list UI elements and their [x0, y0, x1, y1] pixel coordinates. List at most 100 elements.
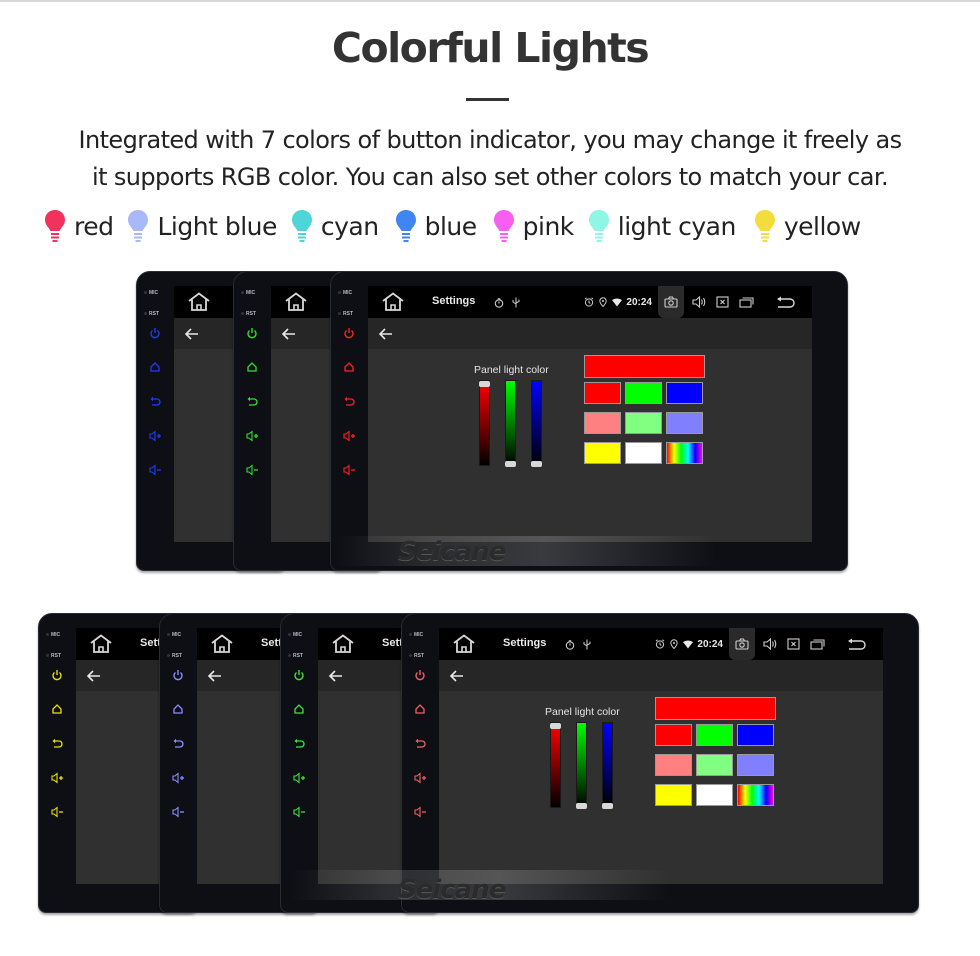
side-button-power[interactable]: [412, 667, 428, 683]
side-button-back[interactable]: [341, 393, 357, 409]
volume-down-icon: [50, 806, 64, 818]
color-swatch[interactable]: [584, 382, 621, 404]
back-button[interactable]: [328, 668, 344, 684]
return-icon: [847, 638, 867, 650]
side-button-back[interactable]: [412, 735, 428, 751]
side-button-volume-up[interactable]: [49, 770, 65, 786]
volume-up-icon: [50, 772, 64, 784]
side-button-volume-up[interactable]: [147, 428, 163, 444]
blue-slider-thumb[interactable]: [531, 461, 542, 467]
side-button-home[interactable]: [147, 359, 163, 375]
color-swatch[interactable]: [696, 784, 733, 806]
color-swatch[interactable]: [625, 442, 662, 464]
recent-apps-button[interactable]: [739, 296, 754, 308]
color-swatch[interactable]: [737, 784, 774, 806]
side-button-back[interactable]: [291, 735, 307, 751]
green-slider[interactable]: [505, 380, 516, 467]
side-button-home[interactable]: [412, 701, 428, 717]
side-button-back[interactable]: [244, 393, 260, 409]
home-button[interactable]: [211, 634, 233, 654]
side-button-home[interactable]: [341, 359, 357, 375]
recent-apps-button[interactable]: [810, 638, 825, 650]
color-swatch[interactable]: [655, 784, 692, 806]
color-swatch[interactable]: [625, 382, 662, 404]
close-app-button[interactable]: [787, 638, 800, 650]
description-line-1: Integrated with 7 colors of button indic…: [78, 126, 903, 154]
screenshot-button[interactable]: [658, 286, 684, 318]
side-button-volume-down[interactable]: [49, 804, 65, 820]
home-button[interactable]: [285, 292, 307, 312]
side-button-volume-up[interactable]: [412, 770, 428, 786]
side-button-volume-down[interactable]: [291, 804, 307, 820]
color-swatch[interactable]: [666, 382, 703, 404]
color-swatch[interactable]: [737, 724, 774, 746]
side-button-power[interactable]: [147, 325, 163, 341]
side-button-volume-down[interactable]: [244, 462, 260, 478]
home-button[interactable]: [453, 634, 475, 654]
color-swatch[interactable]: [655, 754, 692, 776]
red-slider-thumb[interactable]: [550, 723, 561, 729]
side-button-power[interactable]: [170, 667, 186, 683]
side-button-volume-down[interactable]: [170, 804, 186, 820]
side-button-volume-down[interactable]: [341, 462, 357, 478]
green-slider-thumb[interactable]: [576, 803, 587, 809]
back-button[interactable]: [86, 668, 102, 684]
color-swatch[interactable]: [666, 442, 703, 464]
side-button-home[interactable]: [170, 701, 186, 717]
close-app-button[interactable]: [716, 296, 729, 308]
blue-slider-thumb[interactable]: [602, 803, 613, 809]
mic-label: MIC: [337, 290, 353, 296]
bulb-icon: [588, 210, 609, 242]
screen-reflection: [336, 536, 716, 566]
color-swatch[interactable]: [696, 754, 733, 776]
home-button[interactable]: [188, 292, 210, 312]
side-button-volume-up[interactable]: [170, 770, 186, 786]
return-button[interactable]: [776, 296, 796, 308]
green-slider-thumb[interactable]: [505, 461, 516, 467]
back-button[interactable]: [378, 326, 394, 342]
color-swatch[interactable]: [666, 412, 703, 434]
side-button-power[interactable]: [341, 325, 357, 341]
color-swatch[interactable]: [584, 442, 621, 464]
color-swatch[interactable]: [737, 754, 774, 776]
side-button-volume-up[interactable]: [341, 428, 357, 444]
red-slider[interactable]: [479, 380, 490, 466]
home-button[interactable]: [382, 292, 404, 312]
color-swatch[interactable]: [625, 412, 662, 434]
screenshot-button[interactable]: [729, 628, 755, 660]
red-slider-thumb[interactable]: [479, 381, 490, 387]
side-button-home[interactable]: [291, 701, 307, 717]
return-button[interactable]: [847, 638, 867, 650]
side-button-power[interactable]: [49, 667, 65, 683]
volume-button[interactable]: [692, 296, 707, 308]
side-button-power[interactable]: [291, 667, 307, 683]
side-button-volume-up[interactable]: [244, 428, 260, 444]
mic-label: MIC: [240, 290, 256, 296]
green-slider[interactable]: [576, 722, 587, 809]
side-button-strip: MIC RST: [234, 272, 270, 570]
description-line-2: it supports RGB color. You can also set …: [92, 163, 889, 191]
color-swatch[interactable]: [655, 724, 692, 746]
back-button[interactable]: [207, 668, 223, 684]
home-button[interactable]: [332, 634, 354, 654]
side-button-volume-up[interactable]: [291, 770, 307, 786]
color-swatch[interactable]: [696, 724, 733, 746]
side-button-back[interactable]: [170, 735, 186, 751]
red-slider[interactable]: [550, 722, 561, 808]
side-button-volume-down[interactable]: [412, 804, 428, 820]
home-button[interactable]: [90, 634, 112, 654]
volume-button[interactable]: [763, 638, 778, 650]
side-button-volume-down[interactable]: [147, 462, 163, 478]
blue-slider[interactable]: [531, 380, 542, 467]
side-button-back[interactable]: [147, 393, 163, 409]
side-button-home[interactable]: [49, 701, 65, 717]
bulb-icon: [493, 210, 514, 242]
blue-slider[interactable]: [602, 722, 613, 809]
back-button[interactable]: [281, 326, 297, 342]
back-button[interactable]: [449, 668, 465, 684]
side-button-home[interactable]: [244, 359, 260, 375]
side-button-power[interactable]: [244, 325, 260, 341]
color-swatch[interactable]: [584, 412, 621, 434]
side-button-back[interactable]: [49, 735, 65, 751]
back-button[interactable]: [184, 326, 200, 342]
